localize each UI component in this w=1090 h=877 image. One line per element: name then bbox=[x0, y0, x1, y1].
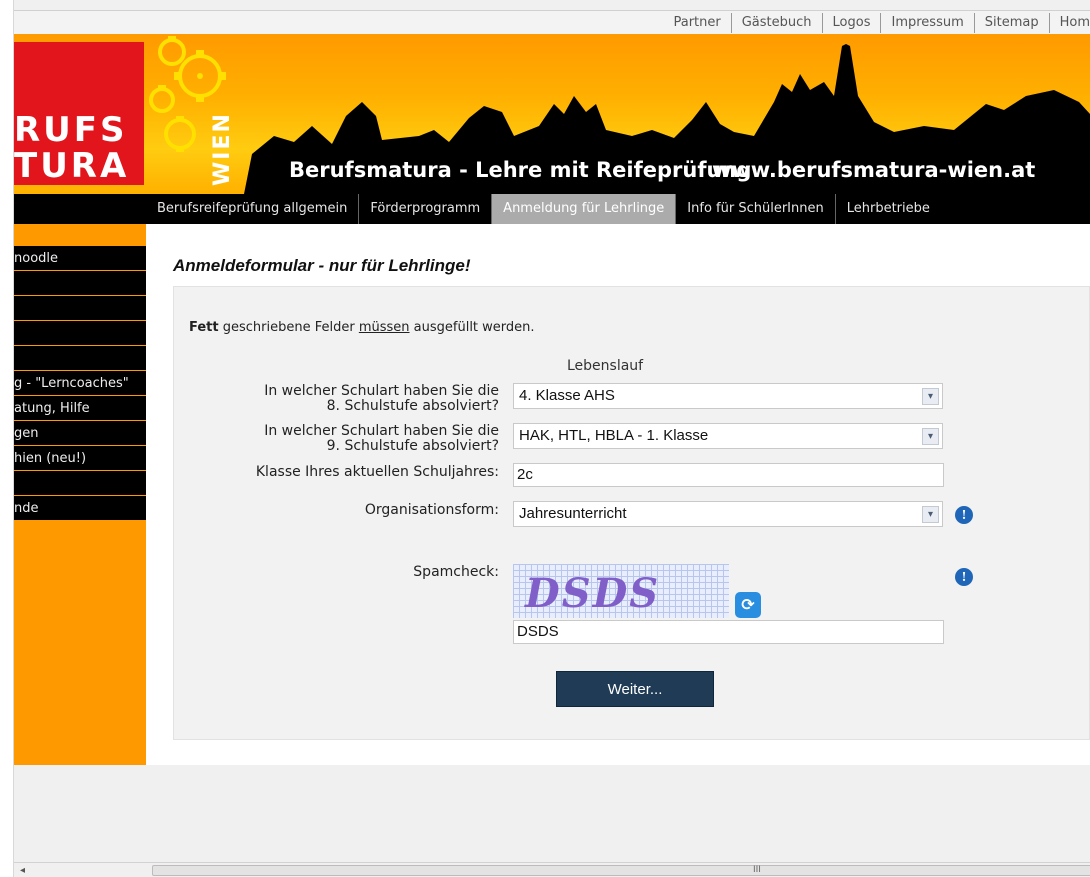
select-value: Jahresunterricht bbox=[519, 505, 627, 522]
klasse-input[interactable]: 2c bbox=[513, 463, 944, 487]
browser-page: Partner Gästebuch Logos Impressum Sitema… bbox=[0, 0, 1090, 877]
label-line: In welcher Schulart haben Sie die bbox=[264, 383, 499, 399]
info-icon[interactable]: ! bbox=[955, 568, 973, 586]
info-icon[interactable]: ! bbox=[955, 506, 973, 524]
main-content: Anmeldeformular - nur für Lehrlinge! Fet… bbox=[146, 224, 1090, 765]
refresh-captcha-icon[interactable]: ⟳ bbox=[735, 592, 761, 618]
top-link-home[interactable]: Hom bbox=[1050, 11, 1090, 35]
horizontal-scrollbar[interactable]: ◂ III bbox=[14, 862, 1090, 877]
note-underline: müssen bbox=[358, 320, 410, 335]
sidebar-item-richtlinien[interactable]: hien (neu!) bbox=[14, 446, 146, 471]
sidebar-item[interactable]: gen bbox=[14, 421, 146, 446]
select-organisationsform[interactable]: Jahresunterricht ▾ bbox=[513, 501, 943, 527]
label-spamcheck: Spamcheck: bbox=[413, 564, 499, 580]
spamcheck-input[interactable]: DSDS bbox=[513, 620, 944, 644]
main-nav-items: Berufsreifeprüfung allgemein Förderprogr… bbox=[146, 194, 941, 224]
submit-button[interactable]: Weiter... bbox=[556, 671, 714, 707]
nav-info-schuelerinnen[interactable]: Info für SchülerInnen bbox=[676, 194, 836, 224]
top-utility-nav: Partner Gästebuch Logos Impressum Sitema… bbox=[14, 10, 1090, 34]
select-value: 4. Klasse AHS bbox=[519, 387, 615, 404]
site-logo[interactable]: RUFS TURA bbox=[14, 42, 144, 186]
page-title: Anmeldeformular - nur für Lehrlinge! bbox=[173, 256, 471, 275]
chevron-down-icon[interactable]: ▾ bbox=[922, 506, 939, 523]
registration-form: Fett geschriebene Felder müssen ausgefül… bbox=[173, 286, 1090, 740]
sidebar-item-moodle[interactable]: noodle bbox=[14, 246, 146, 271]
sidebar-item[interactable]: nde bbox=[14, 496, 146, 521]
section-title: Lebenslauf bbox=[567, 358, 644, 374]
sidebar-item-lerncoaches[interactable]: g - "Lerncoaches" bbox=[14, 371, 146, 396]
window-left-edge bbox=[0, 0, 14, 877]
note-bold: Fett bbox=[189, 320, 219, 335]
nav-foerderprogramm[interactable]: Förderprogramm bbox=[359, 194, 493, 224]
sidebar-item[interactable] bbox=[14, 471, 146, 496]
select-value: HAK, HTL, HBLA - 1. Klasse bbox=[519, 427, 709, 444]
captcha-text: DSDS bbox=[525, 570, 661, 617]
nav-berufsreifepruefung[interactable]: Berufsreifeprüfung allgemein bbox=[146, 194, 360, 224]
sidebar-item[interactable] bbox=[14, 321, 146, 346]
nav-anmeldung-lehrlinge[interactable]: Anmeldung für Lehrlinge bbox=[492, 194, 677, 224]
scroll-left-arrow-icon[interactable]: ◂ bbox=[20, 865, 25, 876]
logo-text-top: RUFS bbox=[14, 110, 128, 150]
label-line: 8. Schulstufe absolviert? bbox=[326, 398, 499, 414]
note-text-2: ausgefüllt werden. bbox=[409, 320, 535, 335]
top-link-sitemap[interactable]: Sitemap bbox=[975, 11, 1049, 35]
top-links: Partner Gästebuch Logos Impressum Sitema… bbox=[663, 11, 1090, 35]
label-schulstufe-8: In welcher Schulart haben Sie die 8. Sch… bbox=[264, 384, 499, 414]
sidebar-item[interactable] bbox=[14, 271, 146, 296]
banner-url: www.berufsmatura-wien.at bbox=[712, 158, 1036, 182]
select-schulstufe-9[interactable]: HAK, HTL, HBLA - 1. Klasse ▾ bbox=[513, 423, 943, 449]
nav-lehrbetriebe[interactable]: Lehrbetriebe bbox=[836, 194, 941, 224]
logo-text-bottom: TURA bbox=[14, 146, 130, 186]
label-klasse: Klasse Ihres aktuellen Schuljahres: bbox=[255, 464, 499, 480]
chevron-down-icon[interactable]: ▾ bbox=[922, 388, 939, 405]
captcha-image: DSDS bbox=[513, 564, 729, 618]
note-text-1: geschriebene Felder bbox=[218, 320, 359, 335]
select-schulstufe-8[interactable]: 4. Klasse AHS ▾ bbox=[513, 383, 943, 409]
sidebar-item[interactable] bbox=[14, 296, 146, 321]
required-note: Fett geschriebene Felder müssen ausgefül… bbox=[189, 320, 535, 335]
scrollbar-grip: III bbox=[753, 865, 761, 875]
scrollbar-thumb[interactable]: III bbox=[152, 865, 1090, 876]
top-link-logos[interactable]: Logos bbox=[823, 11, 881, 35]
label-line: 9. Schulstufe absolviert? bbox=[326, 438, 499, 454]
top-link-impressum[interactable]: Impressum bbox=[881, 11, 973, 35]
sidebar-item[interactable] bbox=[14, 346, 146, 371]
sidebar: noodle g - "Lerncoaches" atung, Hilfe ge… bbox=[14, 224, 146, 765]
label-organisationsform: Organisationsform: bbox=[364, 502, 499, 518]
main-nav: Berufsreifeprüfung allgemein Förderprogr… bbox=[14, 194, 1090, 224]
label-schulstufe-9: In welcher Schulart haben Sie die 9. Sch… bbox=[264, 424, 499, 454]
top-link-partner[interactable]: Partner bbox=[663, 11, 730, 35]
label-line: In welcher Schulart haben Sie die bbox=[264, 423, 499, 439]
sidebar-item-beratung[interactable]: atung, Hilfe bbox=[14, 396, 146, 421]
chevron-down-icon[interactable]: ▾ bbox=[922, 428, 939, 445]
banner-slogan: Berufsmatura - Lehre mit Reifeprüfung bbox=[289, 158, 752, 182]
site-banner: RUFS TURA WIEN Berufsmatura - Lehre mit … bbox=[14, 34, 1090, 194]
top-link-guestbook[interactable]: Gästebuch bbox=[732, 11, 822, 35]
